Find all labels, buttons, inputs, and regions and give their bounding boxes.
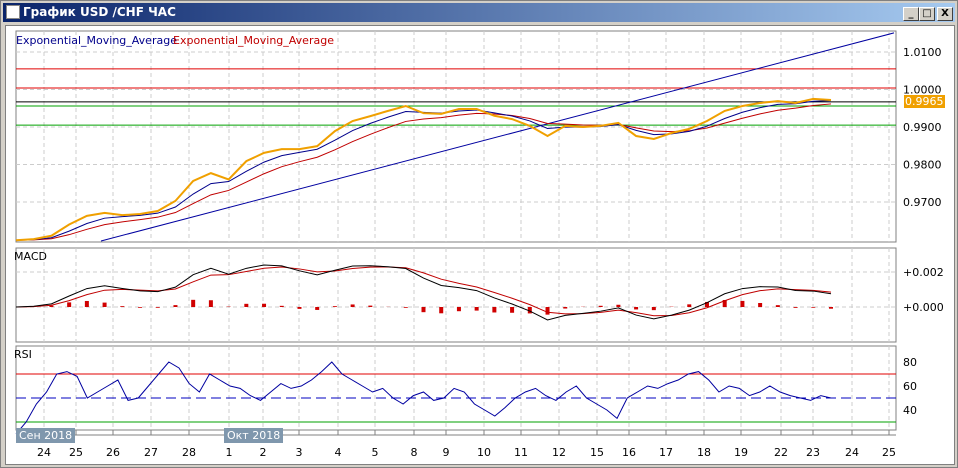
panel-frame-1 — [15, 247, 897, 343]
x-tick-label: 26 — [106, 446, 120, 459]
macd-tick-label: +0.002 — [903, 266, 944, 279]
x-tick-label: 24 — [845, 446, 859, 459]
x-tick-label: 15 — [590, 446, 604, 459]
window-title: График USD /CHF ЧАС — [23, 5, 176, 19]
x-tick-label: 16 — [622, 446, 636, 459]
y-tick-label: 0.9800 — [903, 159, 942, 172]
x-tick-label: 12 — [552, 446, 566, 459]
x-tick-label: 28 — [182, 446, 196, 459]
chart-canvas[interactable]: 24 25 26 27 28 1 2 3 4 5 8 9 10 11 12 15 16 17 18 19 22 23 24 2… — [6, 26, 956, 466]
macd-label: MACD — [14, 250, 47, 263]
rsi-tick-label: 60 — [903, 380, 917, 393]
x-tick-label: 1 — [226, 446, 233, 459]
close-button[interactable]: X — [937, 7, 953, 21]
x-tick-label: 2 — [260, 446, 267, 459]
x-tick-label: 25 — [882, 446, 896, 459]
ema-blue-line — [15, 100, 832, 241]
legend-ema-blue: Exponential_Moving_Average — [16, 34, 177, 47]
x-tick-label: 3 — [296, 446, 303, 459]
x-tick-label: 19 — [734, 446, 748, 459]
x-tick-label: 22 — [774, 446, 788, 459]
x-tick-label: 8 — [411, 446, 418, 459]
ema-red-line — [15, 103, 832, 241]
x-tick-label: 5 — [372, 446, 379, 459]
legend-ema-red: Exponential_Moving_Average — [173, 34, 334, 47]
chart-area[interactable]: 24 25 26 27 28 1 2 3 4 5 8 9 10 11 12 15 16 17 18 19 22 23 24 2… — [5, 25, 955, 465]
rsi-tick-label: 40 — [903, 404, 917, 417]
trend-line — [100, 32, 895, 242]
y-tick-label: 1.0100 — [903, 46, 942, 59]
rsi-tick-label: 80 — [903, 356, 917, 369]
title-bar[interactable]: График USD /CHF ЧАС _ □ X — [3, 3, 955, 22]
x-tick-label: 25 — [69, 446, 83, 459]
rsi-label: RSI — [14, 348, 32, 361]
month-label-oct: Окт 2018 — [224, 428, 284, 443]
x-tick-label: 24 — [37, 446, 51, 459]
chart-app-icon — [6, 5, 20, 19]
x-tick-label: 27 — [144, 446, 158, 459]
x-tick-label: 23 — [806, 446, 820, 459]
panel-frame-0 — [15, 30, 897, 243]
price-line — [15, 97, 832, 242]
x-tick-label: 4 — [335, 446, 342, 459]
x-tick-label: 10 — [477, 446, 491, 459]
y-tick-label: 0.9900 — [903, 121, 942, 134]
panel-frame-2 — [15, 345, 897, 431]
maximize-button[interactable]: □ — [919, 7, 935, 21]
x-tick-label: 9 — [443, 446, 450, 459]
x-tick-label: 18 — [697, 446, 711, 459]
minimize-button[interactable]: _ — [903, 7, 919, 21]
price-tag: 0.9965 — [904, 95, 945, 108]
y-tick-label: 0.9700 — [903, 196, 942, 209]
x-tick-label: 17 — [659, 446, 673, 459]
chart-window: График USD /CHF ЧАС _ □ X 24 25 26 27 28 1 2 3 4… — [0, 0, 958, 468]
month-label-sep: Сен 2018 — [16, 428, 76, 443]
x-tick-label: 11 — [514, 446, 528, 459]
macd-tick-label: +0.000 — [903, 301, 944, 314]
